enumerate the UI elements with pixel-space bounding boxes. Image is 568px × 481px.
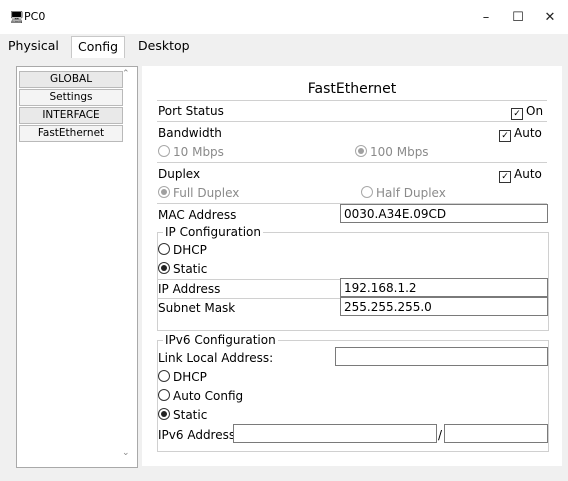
bandwidth-100-label: 100 Mbps [370, 145, 429, 159]
bandwidth-label: Bandwidth [158, 126, 222, 140]
full-duplex-radio[interactable]: Full Duplex [158, 186, 239, 200]
mac-address-label: MAC Address [158, 208, 237, 222]
close-button[interactable]: ✕ [540, 10, 560, 26]
bandwidth-10-label: 10 Mbps [173, 145, 224, 159]
half-duplex-label: Half Duplex [376, 186, 446, 200]
checkbox-checked-icon: ✓ [499, 130, 511, 142]
minimize-button[interactable]: – [476, 10, 496, 26]
nav-item-settings[interactable]: Settings [19, 89, 123, 106]
ipv6-prefix-field[interactable] [444, 424, 548, 443]
ip-static-radio[interactable]: Static [158, 262, 207, 276]
ip-configuration-legend: IP Configuration [163, 225, 263, 239]
radio-icon [158, 145, 170, 157]
radio-icon [361, 186, 373, 198]
panel-title: FastEthernet [307, 81, 397, 97]
port-status-on-checkbox[interactable]: ✓ On [511, 104, 543, 120]
full-duplex-label: Full Duplex [173, 186, 240, 200]
ipv6-auto-config-radio[interactable]: Auto Config [158, 389, 243, 403]
ip-dhcp-label: DHCP [173, 243, 207, 257]
ipv6-static-radio[interactable]: Static [158, 408, 207, 422]
ipv6-dhcp-label: DHCP [173, 370, 207, 384]
radio-icon [158, 370, 170, 382]
ipv6-static-label: Static [173, 408, 208, 422]
bandwidth-10-radio[interactable]: 10 Mbps [158, 145, 224, 159]
ipv6-auto-config-label: Auto Config [173, 389, 244, 403]
link-local-address-label: Link Local Address: [158, 351, 274, 365]
port-status-label: Port Status [158, 104, 224, 118]
radio-selected-icon [355, 145, 367, 157]
window-title: PC0 [24, 10, 46, 23]
maximize-button[interactable]: ☐ [508, 10, 528, 26]
half-duplex-radio[interactable]: Half Duplex [361, 186, 446, 200]
divider [157, 100, 547, 101]
ipv6-dhcp-radio[interactable]: DHCP [158, 370, 207, 384]
radio-selected-icon [158, 186, 170, 198]
checkbox-checked-icon: ✓ [511, 108, 523, 120]
ipv6-address-field[interactable] [233, 424, 437, 443]
radio-selected-icon [158, 262, 170, 274]
divider [157, 121, 547, 122]
duplex-auto-checkbox[interactable]: ✓ Auto [499, 167, 542, 183]
nav-item-interface[interactable]: INTERFACE [19, 107, 123, 124]
prefix-separator: / [438, 428, 443, 442]
bandwidth-100-radio[interactable]: 100 Mbps [355, 145, 429, 159]
radio-icon [158, 389, 170, 401]
duplex-auto-label: Auto [514, 167, 542, 181]
tab-physical[interactable]: Physical [2, 36, 65, 57]
tab-desktop[interactable]: Desktop [132, 36, 196, 57]
nav-item-fastethernet[interactable]: FastEthernet [19, 125, 123, 142]
ip-static-label: Static [173, 262, 208, 276]
mac-address-field[interactable]: 0030.A34E.09CD [340, 204, 548, 223]
nav-item-global[interactable]: GLOBAL [19, 71, 123, 88]
link-local-address-field[interactable] [335, 347, 548, 366]
scroll-up-icon[interactable]: ⌃ [122, 69, 130, 79]
subnet-mask-field[interactable]: 255.255.255.0 [340, 297, 548, 316]
scroll-down-icon[interactable]: ⌄ [122, 448, 130, 458]
subnet-mask-label: Subnet Mask [158, 301, 236, 315]
tab-config[interactable]: Config [71, 36, 126, 60]
bandwidth-auto-label: Auto [514, 126, 542, 140]
ipv6-address-label: IPv6 Address [158, 428, 236, 442]
radio-icon [158, 243, 170, 255]
bandwidth-auto-checkbox[interactable]: ✓ Auto [499, 126, 542, 142]
port-status-on-label: On [526, 104, 544, 118]
ip-address-field[interactable]: 192.168.1.2 [340, 278, 548, 297]
divider [157, 162, 547, 163]
radio-selected-icon [158, 408, 170, 420]
ipv6-configuration-legend: IPv6 Configuration [163, 333, 278, 347]
checkbox-checked-icon: ✓ [499, 171, 511, 183]
ip-dhcp-radio[interactable]: DHCP [158, 243, 207, 257]
pc-icon: 🖥 [9, 10, 25, 24]
duplex-label: Duplex [158, 167, 201, 181]
ip-address-label: IP Address [158, 282, 221, 296]
